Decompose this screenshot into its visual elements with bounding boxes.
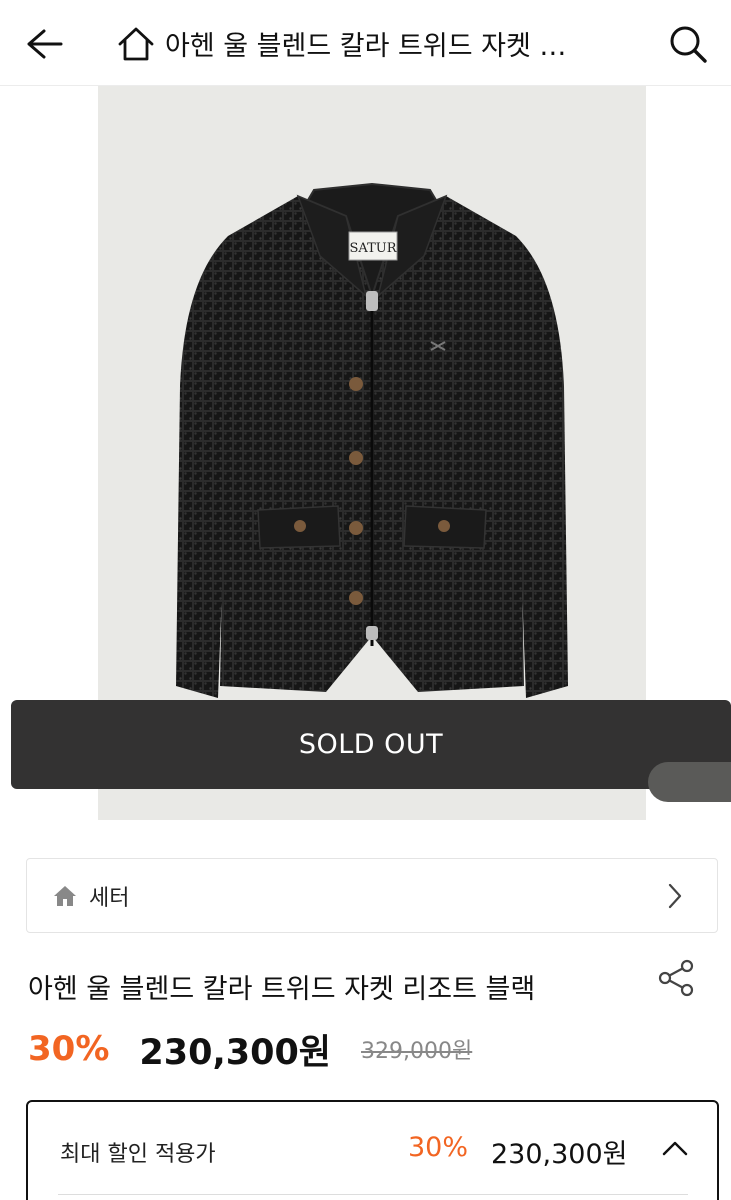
back-button[interactable] bbox=[14, 14, 74, 74]
max-discount-panel[interactable]: 최대 할인 적용가 30% 230,300원 bbox=[26, 1100, 719, 1200]
search-button[interactable] bbox=[658, 14, 718, 74]
product-title: 아헨 울 블렌드 칼라 트위드 자켓 리조트 블랙 bbox=[28, 974, 536, 1005]
discount-rate: 30% bbox=[28, 1029, 110, 1069]
home-outline-icon bbox=[118, 27, 154, 61]
category-link[interactable]: 세터 bbox=[26, 858, 718, 933]
share-icon[interactable] bbox=[654, 956, 698, 1000]
home-filled-icon bbox=[54, 885, 76, 906]
page-title: 아헨 울 블렌드 칼라 트위드 자켓 리조트 블랙 bbox=[165, 31, 585, 62]
price-row: 30% 230,300원 329,000원 bbox=[28, 1024, 472, 1074]
top-app-bar: 아헨 울 블렌드 칼라 트위드 자켓 리조트 블랙 bbox=[0, 0, 731, 86]
divider bbox=[58, 1194, 688, 1195]
image-indicator-pill bbox=[648, 762, 731, 802]
category-label: 세터 bbox=[89, 885, 130, 911]
chevron-up-icon[interactable] bbox=[662, 1140, 688, 1156]
sold-out-label: SOLD OUT bbox=[298, 729, 444, 760]
max-discount-rate: 30% bbox=[408, 1132, 469, 1163]
sold-out-banner: SOLD OUT bbox=[11, 700, 731, 789]
original-price: 329,000원 bbox=[361, 1039, 473, 1064]
max-discount-price: 230,300원 bbox=[491, 1139, 628, 1170]
jacket-label-text: SATUR bbox=[350, 241, 398, 256]
home-button[interactable] bbox=[106, 14, 166, 74]
search-icon bbox=[670, 26, 707, 63]
sale-price: 230,300원 bbox=[139, 1032, 332, 1073]
chevron-right-icon bbox=[668, 883, 682, 909]
arrow-left-icon bbox=[27, 29, 63, 59]
max-discount-label: 최대 할인 적용가 bbox=[60, 1142, 216, 1167]
